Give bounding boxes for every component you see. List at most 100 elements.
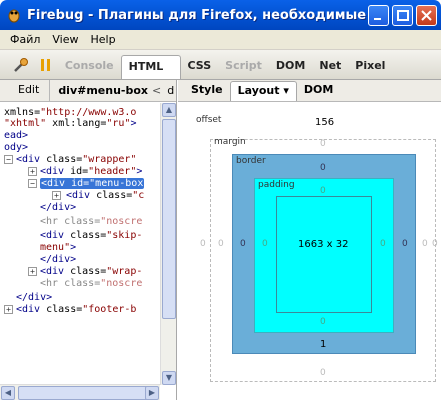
tree-node[interactable]: <div class="wrapper": [16, 154, 136, 165]
tree-node-text: >: [130, 118, 137, 129]
maximize-button[interactable]: [392, 5, 413, 26]
tree-node-text: menu": [40, 242, 71, 253]
tree-node-text: "skip-: [106, 230, 143, 241]
tree-expander-icon[interactable]: −: [4, 155, 13, 164]
tree-node[interactable]: "xhtml" xml:lang="ru">: [4, 118, 137, 129]
breadcrumb[interactable]: div#menu-box: [50, 84, 148, 97]
menu-view[interactable]: View: [52, 33, 78, 46]
menu-help[interactable]: Help: [91, 33, 116, 46]
tree-expander-icon[interactable]: +: [28, 267, 37, 276]
border-top-value: 0: [320, 163, 326, 173]
offset-top-value: 156: [315, 117, 335, 128]
tree-node-text: "xhtml": [4, 118, 47, 129]
tree-node[interactable]: <div class="c: [66, 190, 144, 201]
tree-node-text: </div>: [40, 254, 77, 265]
content-box: [276, 196, 372, 313]
tree-node[interactable]: <hr class="noscre: [40, 278, 142, 289]
html-tree[interactable]: xmlns="http://www.w3.o "xhtml" xml:lang="…: [0, 105, 160, 381]
vertical-scroll-thumb[interactable]: [162, 119, 176, 319]
side-panel: Style Layout ▾ DOM offset 156 0 0 margin…: [178, 80, 441, 400]
menu-bar: Файл View Help: [0, 30, 441, 50]
horizontal-scroll-thumb[interactable]: [18, 386, 148, 400]
tree-node-text: class=: [96, 190, 133, 201]
tree-node[interactable]: <hr class="noscre: [40, 216, 142, 227]
tree-node[interactable]: ody>: [4, 142, 28, 153]
firebug-icon: [8, 9, 20, 23]
offset-left-value: 0: [200, 239, 206, 249]
menu-file[interactable]: Файл: [10, 33, 40, 46]
tab-html[interactable]: HTML ▾: [120, 55, 181, 95]
html-panel: Edit div#menu-box < d xmlns="http://www.…: [0, 80, 177, 400]
tree-node[interactable]: menu">: [40, 242, 76, 253]
minimize-icon: [374, 18, 381, 20]
side-panel-tabs: Style Layout ▾ DOM: [178, 80, 441, 102]
firebug-toolbar: Console HTML ▾ CSS Script DOM Net Pixel …: [0, 50, 441, 95]
tree-node-text: xml:lang=: [46, 118, 107, 129]
tree-node[interactable]: </div>: [16, 292, 52, 303]
scroll-left-icon[interactable]: ◀: [1, 386, 15, 400]
margin-bottom-value: 0: [320, 368, 326, 378]
tab-css[interactable]: CSS: [181, 55, 219, 79]
tree-node-text: </div>: [40, 202, 77, 213]
tree-node-text: class=: [70, 230, 107, 241]
close-button[interactable]: [416, 5, 437, 26]
maximize-icon: [397, 10, 409, 21]
minimize-button[interactable]: [368, 5, 389, 26]
pause-icon[interactable]: [40, 57, 52, 73]
tree-node-text: "noscre: [100, 278, 143, 289]
tab-console[interactable]: Console: [58, 55, 121, 79]
tree-node[interactable]: </div>: [40, 254, 76, 265]
tree-expander-icon[interactable]: −: [28, 179, 37, 188]
tree-node[interactable]: <div id="header">: [40, 166, 142, 177]
tab-side-dom[interactable]: DOM: [297, 81, 340, 101]
scroll-right-icon[interactable]: ▶: [145, 386, 159, 400]
tree-node-text: "wrap-: [106, 266, 143, 277]
tree-node[interactable]: </div>: [40, 202, 76, 213]
tab-net[interactable]: Net: [312, 55, 348, 79]
tree-expander-icon[interactable]: +: [4, 305, 13, 314]
tree-node-text: "wrapper": [82, 154, 137, 165]
close-icon: [421, 10, 432, 21]
tree-node-text: >: [136, 166, 143, 177]
tab-style[interactable]: Style: [184, 81, 230, 101]
tree-node-text: "c: [132, 190, 145, 201]
tree-node-text: <hr: [40, 278, 65, 289]
scroll-down-icon[interactable]: ▼: [162, 371, 176, 385]
tree-node[interactable]: <div class="footer-b: [16, 304, 136, 315]
horizontal-scrollbar[interactable]: ◀ ▶: [0, 384, 160, 400]
border-label: border: [236, 156, 266, 166]
scroll-up-icon[interactable]: ▲: [162, 103, 176, 117]
inspect-icon[interactable]: [13, 57, 29, 73]
tree-node[interactable]: xmlns="http://www.w3.o: [4, 107, 136, 118]
tree-node-text: <div: [40, 230, 71, 241]
tree-node-text: "noscre: [100, 216, 143, 227]
tab-script[interactable]: Script: [218, 55, 269, 79]
tree-node-text: ody>: [4, 142, 29, 153]
vertical-scrollbar[interactable]: ▲ ▼: [160, 103, 176, 385]
tree-node[interactable]: ead>: [4, 130, 28, 141]
margin-top-value: 0: [320, 139, 326, 149]
tree-node-text: class=: [64, 278, 101, 289]
html-panel-toolbar: Edit div#menu-box < d: [0, 80, 176, 102]
margin-right-value: 0: [422, 239, 428, 249]
breadcrumb-scroll-left[interactable]: <: [152, 84, 161, 97]
edit-button[interactable]: Edit: [0, 80, 51, 102]
tree-node-text: class=: [70, 266, 107, 277]
tree-node-text: "http://www.w3.o: [40, 107, 137, 118]
tab-dom[interactable]: DOM: [269, 55, 312, 79]
tree-node-text: class=: [64, 216, 101, 227]
breadcrumb-next[interactable]: d: [167, 84, 174, 97]
tab-layout[interactable]: Layout ▾: [229, 81, 297, 101]
tree-expander-icon[interactable]: +: [52, 191, 61, 200]
tab-pixel-perfect[interactable]: Pixel Perfect: [348, 55, 441, 94]
tree-node[interactable]: <div class="wrap-: [40, 266, 142, 277]
tree-node-text: "header": [88, 166, 137, 177]
tree-expander-icon[interactable]: +: [28, 167, 37, 176]
tree-node[interactable]: <div class="skip-: [40, 230, 142, 241]
window-title: Firebug - Плагины для Firefox, необходим…: [27, 7, 372, 23]
tree-node-text: "footer-b: [82, 304, 137, 315]
border-bottom-value: 1: [320, 339, 327, 350]
padding-label: padding: [258, 180, 295, 190]
content-size: 1663 x 32: [298, 239, 349, 250]
tree-node[interactable]: <div id="menu-box: [40, 178, 145, 189]
